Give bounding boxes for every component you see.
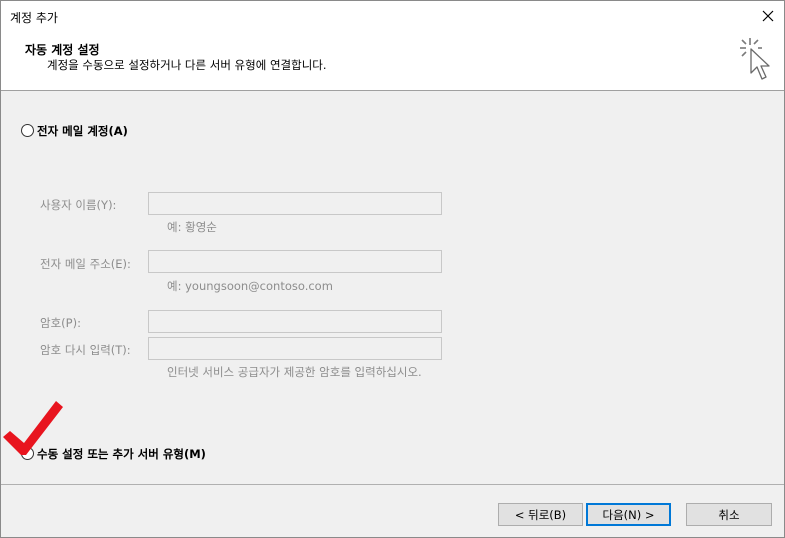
email-account-radio[interactable] bbox=[21, 124, 34, 137]
cancel-button[interactable]: 취소 bbox=[686, 503, 772, 526]
window-title: 계정 추가 bbox=[10, 11, 58, 25]
user-name-input[interactable] bbox=[148, 192, 442, 215]
password-label: 암호(P): bbox=[40, 316, 81, 330]
user-name-hint: 예: 황영순 bbox=[167, 220, 217, 234]
back-button[interactable]: < 뒤로(B) bbox=[498, 503, 583, 526]
wizard-header: 자동 계정 설정 계정을 수동으로 설정하거나 다른 서버 유형에 연결합니다. bbox=[1, 31, 784, 91]
confirm-password-input[interactable] bbox=[148, 337, 442, 360]
close-icon bbox=[762, 10, 774, 22]
close-button[interactable] bbox=[752, 1, 784, 31]
wizard-cursor-icon bbox=[740, 38, 770, 80]
confirm-password-label: 암호 다시 입력(T): bbox=[40, 343, 131, 357]
header-title: 자동 계정 설정 bbox=[25, 43, 100, 57]
password-input[interactable] bbox=[148, 310, 442, 333]
password-hint: 인터넷 서비스 공급자가 제공한 암호를 입력하십시오. bbox=[167, 365, 422, 379]
next-button[interactable]: 다음(N) > bbox=[586, 503, 671, 526]
email-address-hint: 예: youngsoon@contoso.com bbox=[167, 279, 333, 293]
email-address-input[interactable] bbox=[148, 250, 442, 273]
email-address-label: 전자 메일 주소(E): bbox=[40, 257, 131, 271]
footer-divider bbox=[1, 484, 784, 485]
content-area: 전자 메일 계정(A) 사용자 이름(Y): 예: 황영순 전자 메일 주소(E… bbox=[1, 92, 784, 484]
add-account-dialog: 계정 추가 자동 계정 설정 계정을 수동으로 설정하거나 다른 서버 유형에 … bbox=[0, 0, 785, 538]
title-bar: 계정 추가 bbox=[1, 1, 784, 31]
red-checkmark-icon bbox=[3, 401, 63, 455]
header-subtitle: 계정을 수동으로 설정하거나 다른 서버 유형에 연결합니다. bbox=[47, 58, 327, 72]
email-account-label[interactable]: 전자 메일 계정(A) bbox=[37, 123, 128, 139]
user-name-label: 사용자 이름(Y): bbox=[40, 198, 117, 212]
